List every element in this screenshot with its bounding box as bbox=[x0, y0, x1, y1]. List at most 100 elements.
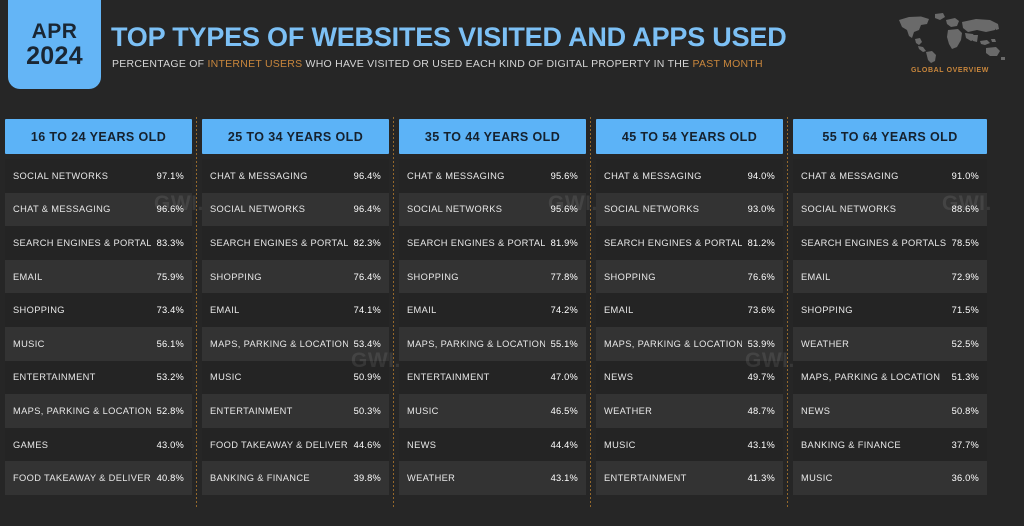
row-label: MAPS, PARKING & LOCATION bbox=[604, 339, 742, 349]
row-value: 53.2% bbox=[157, 372, 184, 382]
subtitle-highlight-past-month: PAST MONTH bbox=[693, 58, 763, 70]
table-row: EMAIL72.9% bbox=[793, 260, 987, 294]
table-row: MAPS, PARKING & LOCATION51.3% bbox=[793, 361, 987, 395]
row-value: 75.9% bbox=[157, 272, 184, 282]
row-label: SEARCH ENGINES & PORTALS bbox=[801, 238, 946, 248]
row-value: 88.6% bbox=[952, 204, 979, 214]
subtitle-text-2: WHO HAVE VISITED OR USED EACH KIND OF DI… bbox=[302, 58, 692, 70]
row-value: 72.9% bbox=[952, 272, 979, 282]
row-value: 96.4% bbox=[354, 171, 381, 181]
row-label: CHAT & MESSAGING bbox=[210, 171, 308, 181]
column-header: 35 TO 44 YEARS OLD bbox=[399, 119, 586, 154]
row-value: 73.6% bbox=[748, 305, 775, 315]
row-value: 52.8% bbox=[157, 406, 184, 416]
row-value: 94.0% bbox=[748, 171, 775, 181]
row-value: 81.9% bbox=[551, 238, 578, 248]
row-value: 55.1% bbox=[551, 339, 578, 349]
table-row: NEWS50.8% bbox=[793, 394, 987, 428]
table-row: BANKING & FINANCE37.7% bbox=[793, 428, 987, 462]
row-label: FOOD TAKEAWAY & DELIVERY bbox=[13, 473, 151, 483]
row-value: 76.6% bbox=[748, 272, 775, 282]
table-row: SOCIAL NETWORKS93.0% bbox=[596, 193, 783, 227]
row-label: FOOD TAKEAWAY & DELIVERY bbox=[210, 440, 348, 450]
row-value: 50.9% bbox=[354, 372, 381, 382]
row-value: 93.0% bbox=[748, 204, 775, 214]
row-label: WEATHER bbox=[604, 406, 652, 416]
row-label: MAPS, PARKING & LOCATION bbox=[801, 372, 940, 382]
row-label: SHOPPING bbox=[801, 305, 853, 315]
table-row: ENTERTAINMENT50.3% bbox=[202, 394, 389, 428]
row-label: MUSIC bbox=[210, 372, 242, 382]
row-label: ENTERTAINMENT bbox=[13, 372, 96, 382]
row-value: 40.8% bbox=[157, 473, 184, 483]
row-label: MAPS, PARKING & LOCATION bbox=[210, 339, 348, 349]
row-value: 96.4% bbox=[354, 204, 381, 214]
subtitle-text-1: PERCENTAGE OF bbox=[112, 58, 207, 70]
row-value: 53.9% bbox=[748, 339, 775, 349]
row-label: SOCIAL NETWORKS bbox=[210, 204, 305, 214]
row-value: 56.1% bbox=[157, 339, 184, 349]
subtitle-highlight-internet-users: INTERNET USERS bbox=[207, 58, 302, 70]
table-row: ENTERTAINMENT47.0% bbox=[399, 361, 586, 395]
row-label: MAPS, PARKING & LOCATION bbox=[407, 339, 545, 349]
table-row: SEARCH ENGINES & PORTALS78.5% bbox=[793, 226, 987, 260]
row-value: 50.8% bbox=[952, 406, 979, 416]
row-label: SEARCH ENGINES & PORTALS bbox=[604, 238, 742, 248]
table-row: CHAT & MESSAGING91.0% bbox=[793, 159, 987, 193]
table-row: EMAIL74.2% bbox=[399, 293, 586, 327]
row-label: SEARCH ENGINES & PORTALS bbox=[210, 238, 348, 248]
table-row: EMAIL75.9% bbox=[5, 260, 192, 294]
table-row: SHOPPING 73.4% bbox=[5, 293, 192, 327]
row-label: SOCIAL NETWORKS bbox=[407, 204, 502, 214]
row-value: 71.5% bbox=[952, 305, 979, 315]
row-label: CHAT & MESSAGING bbox=[407, 171, 505, 181]
table-row: SOCIAL NETWORKS 95.6% bbox=[399, 193, 586, 227]
row-label: ENTERTAINMENT bbox=[407, 372, 490, 382]
row-label: ENTERTAINMENT bbox=[210, 406, 293, 416]
row-value: 81.2% bbox=[748, 238, 775, 248]
row-value: 76.4% bbox=[354, 272, 381, 282]
row-label: SHOPPING bbox=[210, 272, 262, 282]
table-row: ENTERTAINMENT41.3% bbox=[596, 461, 783, 495]
table-row: MUSIC 50.9% bbox=[202, 361, 389, 395]
row-label: SOCIAL NETWORKS bbox=[801, 204, 896, 214]
age-column-1: 16 TO 24 YEARS OLDSOCIAL NETWORKS97.1%CH… bbox=[0, 97, 197, 526]
column-header: 16 TO 24 YEARS OLD bbox=[5, 119, 192, 154]
row-value: 96.6% bbox=[157, 204, 184, 214]
row-value: 49.7% bbox=[748, 372, 775, 382]
row-label: CHAT & MESSAGING bbox=[801, 171, 899, 181]
table-row: EMAIL74.1% bbox=[202, 293, 389, 327]
table-row: CHAT & MESSAGING95.6% bbox=[399, 159, 586, 193]
row-value: 83.3% bbox=[157, 238, 184, 248]
row-label: MUSIC bbox=[13, 339, 45, 349]
row-value: 39.8% bbox=[354, 473, 381, 483]
column-header: 25 TO 34 YEARS OLD bbox=[202, 119, 389, 154]
table-row: SEARCH ENGINES & PORTALS82.3% bbox=[202, 226, 389, 260]
row-value: 77.8% bbox=[551, 272, 578, 282]
row-label: WEATHER bbox=[801, 339, 849, 349]
row-label: CHAT & MESSAGING bbox=[13, 204, 111, 214]
date-badge-year: 2024 bbox=[26, 44, 83, 69]
column-header: 55 TO 64 YEARS OLD bbox=[793, 119, 987, 154]
world-map-icon bbox=[892, 10, 1008, 64]
ranking-board: 16 TO 24 YEARS OLDSOCIAL NETWORKS97.1%CH… bbox=[0, 97, 1024, 526]
row-value: 73.4% bbox=[157, 305, 184, 315]
infographic-page: APR 2024 TOP TYPES OF WEBSITES VISITED A… bbox=[0, 0, 1024, 526]
table-row: MAPS, PARKING & LOCATION53.4% bbox=[202, 327, 389, 361]
row-value: 44.6% bbox=[354, 440, 381, 450]
row-label: SOCIAL NETWORKS bbox=[13, 171, 108, 181]
table-row: CHAT & MESSAGING 96.6% bbox=[5, 193, 192, 227]
column-rows: CHAT & MESSAGING95.6% SOCIAL NETWORKS 95.6… bbox=[399, 159, 586, 495]
table-row: FOOD TAKEAWAY & DELIVERY 40.8% bbox=[5, 461, 192, 495]
row-value: 74.1% bbox=[354, 305, 381, 315]
date-badge-month: APR bbox=[32, 21, 78, 42]
row-value: 48.7% bbox=[748, 406, 775, 416]
table-row: SHOPPING 71.5% bbox=[793, 293, 987, 327]
row-label: SHOPPING bbox=[13, 305, 65, 315]
row-value: 95.6% bbox=[551, 204, 578, 214]
age-column-4: 45 TO 54 YEARS OLDCHAT & MESSAGING94.0%S… bbox=[591, 97, 788, 526]
row-label: CHAT & MESSAGING bbox=[604, 171, 702, 181]
row-value: 37.7% bbox=[952, 440, 979, 450]
table-row: WEATHER43.1% bbox=[399, 461, 586, 495]
row-label: BANKING & FINANCE bbox=[210, 473, 310, 483]
